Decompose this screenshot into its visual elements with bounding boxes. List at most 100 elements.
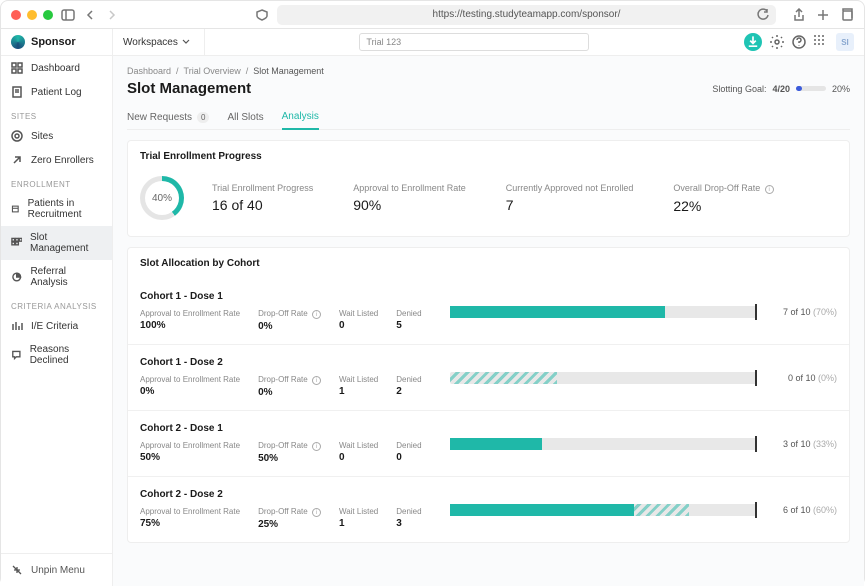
panel1-title: Trial Enrollment Progress: [128, 141, 849, 172]
drop-off-rate: 0%: [258, 321, 321, 332]
sidebar-item-label: I/E Criteria: [31, 321, 78, 332]
sidebar: Sponsor DashboardPatient Log SITES Sites…: [1, 29, 113, 586]
cohort-name: Cohort 1 - Dose 1: [140, 291, 430, 302]
tab-label: New Requests: [127, 112, 192, 123]
unpin-label: Unpin Menu: [31, 565, 85, 576]
sidebar-item-referral-analysis[interactable]: Referral Analysis: [1, 260, 112, 294]
zero-enrollers-icon: [11, 154, 23, 166]
tab-label: All Slots: [227, 112, 263, 123]
browser-chrome: https://testing.studyteamapp.com/sponsor…: [1, 1, 864, 29]
metric: Currently Approved not Enrolled 7: [506, 183, 634, 214]
sidebar-toggle-icon[interactable]: [61, 8, 75, 22]
help-icon[interactable]: [792, 35, 806, 49]
approval-rate: 50%: [140, 452, 240, 463]
settings-icon[interactable]: [770, 35, 784, 49]
sidebar-item-reasons-declined[interactable]: Reasons Declined: [1, 338, 112, 372]
goal-pct: 20%: [832, 84, 850, 94]
info-icon[interactable]: i: [312, 508, 321, 517]
sidebar-item-patients-in-recruitment[interactable]: Patients in Recruitment: [1, 192, 112, 226]
cohort-row: Cohort 2 - Dose 2Approval to Enrollment …: [128, 477, 849, 542]
sidebar-item-slot-management[interactable]: Slot Management: [1, 226, 112, 260]
sidebar-item-label: Referral Analysis: [30, 266, 102, 288]
sidebar-item-ie-criteria[interactable]: I/E Criteria: [1, 314, 112, 338]
cohort-row: Cohort 2 - Dose 1Approval to Enrollment …: [128, 411, 849, 477]
allocation-bar: [450, 306, 757, 318]
download-button[interactable]: [744, 33, 762, 51]
sidebar-item-label: Zero Enrollers: [31, 155, 94, 166]
cohort-name: Cohort 2 - Dose 2: [140, 489, 430, 500]
reasons-declined-icon: [11, 349, 22, 361]
metric-value: 16 of 40: [212, 197, 313, 213]
url-bar[interactable]: https://testing.studyteamapp.com/sponsor…: [277, 5, 776, 25]
brand[interactable]: Sponsor: [1, 29, 112, 56]
denied: 0: [396, 452, 421, 463]
sidebar-item-patient-log[interactable]: Patient Log: [1, 80, 112, 104]
referral-analysis-icon: [11, 271, 22, 283]
workspaces-dropdown[interactable]: Workspaces: [123, 29, 205, 55]
goal-progress-bar: [796, 86, 826, 91]
tab-analysis[interactable]: Analysis: [282, 107, 319, 130]
tabs-icon[interactable]: [840, 8, 854, 22]
allocation-label: 3 of 10 (33%): [767, 439, 837, 449]
forward-icon[interactable]: [105, 8, 119, 22]
metric: Trial Enrollment Progress 16 of 40: [212, 183, 313, 214]
sidebar-item-sites[interactable]: Sites: [1, 124, 112, 148]
tab-badge: 0: [197, 112, 209, 123]
apps-grid-icon[interactable]: [814, 35, 828, 49]
tab-new-requests[interactable]: New Requests 0: [127, 107, 209, 129]
user-avatar[interactable]: SI: [836, 33, 854, 51]
allocation-label: 7 of 10 (70%): [767, 307, 837, 317]
logo-icon: [11, 35, 25, 49]
tab-all-slots[interactable]: All Slots: [227, 107, 263, 129]
info-icon[interactable]: i: [765, 185, 774, 194]
crumb-dashboard[interactable]: Dashboard: [127, 66, 171, 76]
ring-value: 40%: [152, 193, 172, 204]
metric: Overall Drop-Off Rate i22%: [673, 183, 773, 214]
patient-log-icon: [11, 86, 23, 98]
plus-icon[interactable]: [816, 8, 830, 22]
info-icon[interactable]: i: [312, 310, 321, 319]
window-controls[interactable]: [11, 10, 53, 20]
criteria-heading: CRITERIA ANALYSIS: [1, 294, 112, 314]
progress-ring: 40%: [140, 176, 184, 220]
wait-listed: 0: [339, 452, 378, 463]
workspaces-label: Workspaces: [123, 37, 178, 48]
info-icon[interactable]: i: [312, 442, 321, 451]
sidebar-item-label: Patient Log: [31, 87, 82, 98]
enrollment-heading: ENROLLMENT: [1, 172, 112, 192]
metric-label: Trial Enrollment Progress: [212, 183, 313, 193]
crumb-trial-overview[interactable]: Trial Overview: [184, 66, 241, 76]
wait-listed: 1: [339, 386, 378, 397]
drop-off-rate: 50%: [258, 453, 321, 464]
info-icon[interactable]: i: [312, 376, 321, 385]
topbar: Workspaces SI: [113, 29, 864, 56]
denied: 5: [396, 320, 421, 331]
cohort-name: Cohort 2 - Dose 1: [140, 423, 430, 434]
unpin-menu[interactable]: Unpin Menu: [1, 553, 112, 586]
tabs: New Requests 0 All Slots Analysis: [127, 107, 850, 130]
slot-management-icon: [11, 237, 22, 249]
shield-icon[interactable]: [255, 8, 269, 22]
breadcrumb: Dashboard / Trial Overview / Slot Manage…: [127, 66, 850, 76]
cohort-row: Cohort 1 - Dose 1Approval to Enrollment …: [128, 279, 849, 345]
share-icon[interactable]: [792, 8, 806, 22]
sidebar-item-label: Dashboard: [31, 63, 80, 74]
metric-label: Currently Approved not Enrolled: [506, 183, 634, 193]
sidebar-item-zero-enrollers[interactable]: Zero Enrollers: [1, 148, 112, 172]
sidebar-item-label: Patients in Recruitment: [28, 198, 102, 220]
url-text: https://testing.studyteamapp.com/sponsor…: [433, 9, 621, 20]
metric-value: 7: [506, 197, 634, 213]
search-input[interactable]: [359, 33, 589, 51]
sidebar-item-label: Sites: [31, 131, 53, 142]
sidebar-item-dashboard[interactable]: Dashboard: [1, 56, 112, 80]
panel2-title: Slot Allocation by Cohort: [128, 248, 849, 279]
allocation-bar: [450, 372, 757, 384]
approval-rate: 0%: [140, 386, 240, 397]
crumb-current: Slot Management: [253, 66, 324, 76]
metric-label: Approval to Enrollment Rate: [353, 183, 466, 193]
goal-label: Slotting Goal:: [712, 84, 766, 94]
approval-rate: 100%: [140, 320, 240, 331]
ie-criteria-icon: [11, 320, 23, 332]
back-icon[interactable]: [83, 8, 97, 22]
refresh-icon[interactable]: [756, 8, 770, 22]
